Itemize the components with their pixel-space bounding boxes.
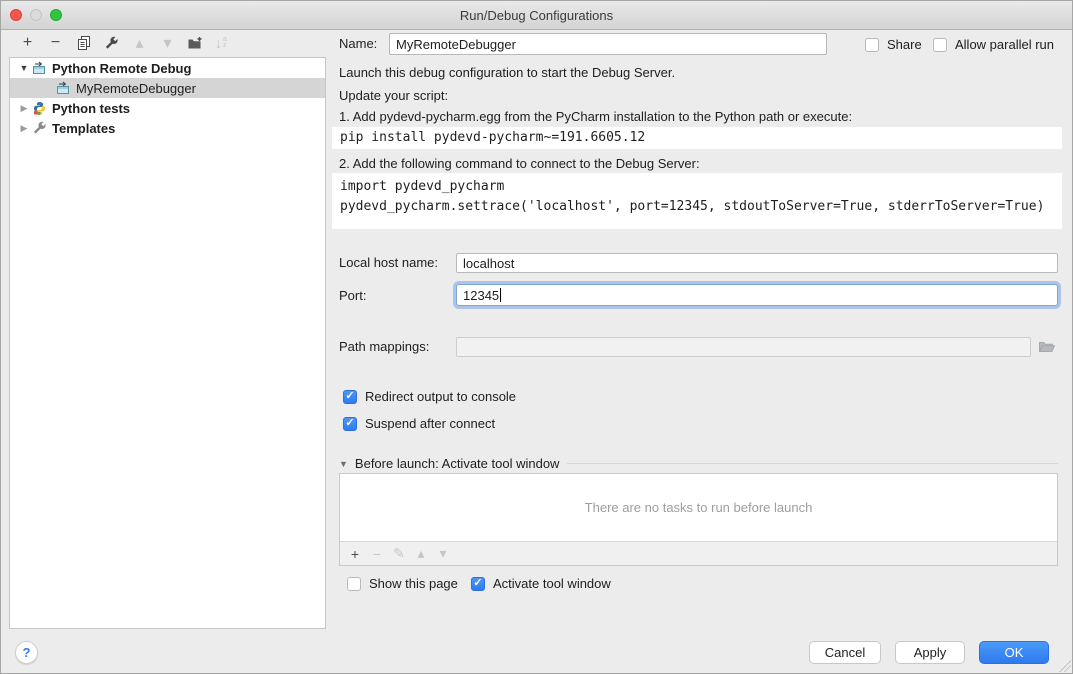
tree-item-label: Python tests: [52, 101, 130, 116]
share-checkbox[interactable]: [865, 38, 879, 52]
copy-configuration-icon[interactable]: [75, 35, 92, 52]
allow-parallel-run-label: Allow parallel run: [955, 37, 1054, 52]
port-input[interactable]: 12345: [456, 284, 1058, 306]
minimize-window-button: [30, 9, 42, 21]
edit-defaults-wrench-icon[interactable]: [103, 35, 120, 52]
tree-item-templates[interactable]: ▶ Templates: [10, 118, 325, 138]
task-list-toolbar: + − ✎ ▴ ▾: [340, 541, 1057, 565]
pip-install-code: pip install pydevd-pycharm~=191.6605.12: [332, 127, 1062, 149]
local-host-name-label: Local host name:: [339, 253, 438, 273]
move-task-up-icon: ▴: [414, 547, 428, 561]
show-this-page-row: Show this page: [347, 576, 458, 591]
tree-item-myremotedebugger[interactable]: MyRemoteDebugger: [10, 78, 325, 98]
tree-item-label: Templates: [52, 121, 115, 136]
redirect-output-label: Redirect output to console: [365, 389, 516, 404]
name-label: Name:: [339, 33, 377, 55]
text-caret: [500, 288, 501, 302]
redirect-output-row: ✓ Redirect output to console: [343, 389, 516, 404]
allow-parallel-run-checkbox[interactable]: [933, 38, 947, 52]
code-line-settrace: pydevd_pycharm.settrace('localhost', por…: [340, 197, 1062, 217]
zoom-window-button[interactable]: [50, 9, 62, 21]
port-label: Port:: [339, 285, 366, 307]
remote-debug-icon: [56, 81, 71, 96]
show-this-page-label: Show this page: [369, 576, 458, 591]
suspend-after-connect-label: Suspend after connect: [365, 416, 495, 431]
before-launch-title: Before launch: Activate tool window: [355, 456, 560, 471]
configurations-toolbar: + − ▴ ▾ ↓ az: [9, 29, 326, 57]
browse-folder-icon[interactable]: [1038, 339, 1056, 357]
local-host-name-input[interactable]: localhost: [456, 253, 1058, 273]
settrace-code-block: import pydevd_pycharm pydevd_pycharm.set…: [332, 173, 1062, 229]
name-input[interactable]: MyRemoteDebugger: [389, 33, 827, 55]
configurations-tree: ▼ Python Remote Debug MyRemoteDebugger ▶…: [9, 57, 326, 629]
close-window-button[interactable]: [10, 9, 22, 21]
add-task-button[interactable]: +: [348, 547, 362, 561]
python-tests-icon: [32, 101, 47, 116]
suspend-after-connect-checkbox[interactable]: ✓: [343, 417, 357, 431]
tree-item-label: MyRemoteDebugger: [76, 81, 196, 96]
move-task-down-icon: ▾: [436, 547, 450, 561]
share-label: Share: [887, 37, 922, 52]
tree-item-label: Python Remote Debug: [52, 61, 191, 76]
code-line-import: import pydevd_pycharm: [340, 177, 1062, 197]
tree-item-python-tests[interactable]: ▶ Python tests: [10, 98, 325, 118]
instruction-line-2: Update your script:: [339, 88, 448, 103]
help-button[interactable]: ?: [15, 641, 38, 664]
apply-button[interactable]: Apply: [895, 641, 965, 664]
ok-button[interactable]: OK: [979, 641, 1049, 664]
window-title: Run/Debug Configurations: [460, 8, 613, 23]
tree-item-python-remote-debug[interactable]: ▼ Python Remote Debug: [10, 58, 325, 78]
activate-tool-window-checkbox[interactable]: ✓: [471, 577, 485, 591]
activate-tool-window-label: Activate tool window: [493, 576, 611, 591]
path-mappings-label: Path mappings:: [339, 337, 429, 357]
sort-configurations-icon: ↓ az: [215, 35, 227, 51]
remove-task-button: −: [370, 547, 384, 561]
instruction-line-1: Launch this debug configuration to start…: [339, 65, 675, 80]
cancel-button[interactable]: Cancel: [809, 641, 881, 664]
remote-debug-icon: [32, 61, 47, 76]
path-mappings-input: [456, 337, 1031, 357]
local-host-name-value: localhost: [463, 256, 514, 271]
before-launch-header: ▼ Before launch: Activate tool window: [339, 456, 1058, 471]
add-configuration-button[interactable]: +: [19, 35, 36, 52]
activate-tool-window-row: ✓ Activate tool window: [471, 576, 611, 591]
empty-task-message: There are no tasks to run before launch: [340, 474, 1057, 541]
templates-wrench-icon: [32, 121, 47, 136]
divider: [567, 463, 1058, 464]
remove-configuration-button[interactable]: −: [47, 35, 64, 52]
move-down-icon: ▾: [159, 35, 176, 52]
instruction-step-1: 1. Add pydevd-pycharm.egg from the PyCha…: [339, 109, 852, 124]
allow-parallel-run-row: Allow parallel run: [933, 37, 1054, 52]
redirect-output-checkbox[interactable]: ✓: [343, 390, 357, 404]
before-launch-task-list: There are no tasks to run before launch …: [339, 473, 1058, 566]
chevron-collapsed-icon[interactable]: ▶: [16, 103, 32, 114]
resize-grip[interactable]: [1059, 660, 1071, 672]
chevron-expanded-icon[interactable]: ▼: [16, 63, 32, 73]
suspend-after-connect-row: ✓ Suspend after connect: [343, 416, 495, 431]
run-debug-configurations-dialog: Run/Debug Configurations + − ▴ ▾ ↓ az ▼ …: [0, 0, 1073, 674]
port-value: 12345: [463, 288, 499, 303]
move-up-icon: ▴: [131, 35, 148, 52]
chevron-collapsed-icon[interactable]: ▶: [16, 123, 32, 134]
name-value: MyRemoteDebugger: [396, 37, 516, 52]
title-bar: Run/Debug Configurations: [1, 1, 1072, 30]
new-folder-icon[interactable]: [187, 35, 204, 52]
instruction-step-2: 2. Add the following command to connect …: [339, 156, 700, 171]
chevron-expanded-icon[interactable]: ▼: [339, 459, 348, 469]
share-checkbox-row: Share: [865, 37, 922, 52]
show-this-page-checkbox[interactable]: [347, 577, 361, 591]
edit-task-pencil-icon: ✎: [392, 547, 406, 561]
